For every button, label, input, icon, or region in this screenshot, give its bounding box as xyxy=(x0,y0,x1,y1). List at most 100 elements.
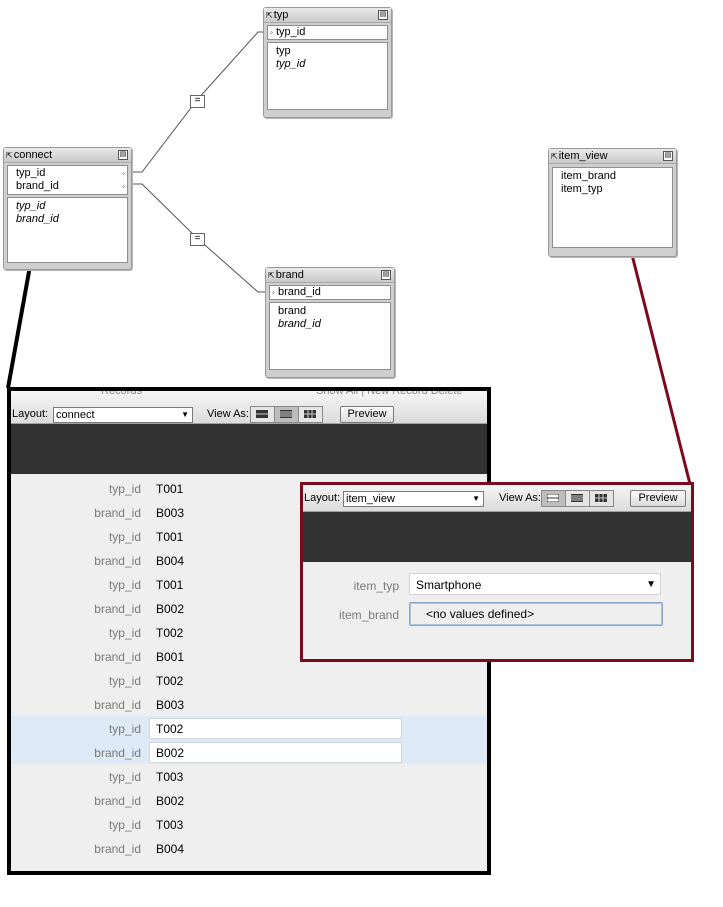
field-label: typ_id xyxy=(108,530,141,544)
table-menu-icon[interactable]: ▤ xyxy=(118,150,128,160)
layout-label: Layout: xyxy=(12,408,49,420)
field-value[interactable]: B003 xyxy=(156,698,184,712)
join-operator-brand[interactable]: = xyxy=(190,233,205,246)
field-label: brand_id xyxy=(94,602,141,616)
field-value[interactable]: B002 xyxy=(156,746,184,760)
view-list-button[interactable] xyxy=(566,491,590,506)
field-label: typ_id xyxy=(108,482,141,496)
field-value[interactable]: B004 xyxy=(156,842,184,856)
key-field[interactable]: brand_id ◦ xyxy=(16,180,125,193)
record-field-row: typ_id T003 xyxy=(11,764,487,788)
view-table-button[interactable] xyxy=(590,491,613,506)
view-form-button[interactable] xyxy=(542,491,566,506)
field-value[interactable]: B004 xyxy=(156,554,184,568)
item-view-layout-window: Layout: item_view ▼ View As: Preview ite… xyxy=(300,482,694,662)
record-field-row: typ_id T002 xyxy=(11,668,487,692)
pin-icon: ⇱ xyxy=(6,151,13,160)
field-value[interactable]: B003 xyxy=(156,506,184,520)
field-item[interactable]: typ_id xyxy=(276,58,379,71)
key-field[interactable]: ◦ typ_id xyxy=(270,26,379,39)
key-field[interactable]: typ_id ◦ xyxy=(16,167,125,180)
field-value[interactable]: B002 xyxy=(156,794,184,808)
pin-icon: ⇱ xyxy=(551,152,558,161)
table-name: item_view xyxy=(558,150,608,162)
field-input[interactable] xyxy=(149,718,402,739)
layout-select[interactable]: item_view ▼ xyxy=(343,491,484,507)
table-occurrence-item-view[interactable]: ⇱item_view ▤ item_brand item_typ xyxy=(548,148,677,257)
field-value[interactable]: T003 xyxy=(156,770,183,784)
item-brand-field[interactable]: <no values defined> xyxy=(409,602,663,626)
field-value[interactable]: B001 xyxy=(156,650,184,664)
field-list: typ_id brand_id xyxy=(7,197,128,263)
item-typ-row: item_typ Smartphone ▼ xyxy=(303,573,691,597)
table-menu-icon[interactable]: ▤ xyxy=(381,270,391,280)
view-list-button[interactable] xyxy=(275,407,299,422)
field-value[interactable]: T002 xyxy=(156,626,183,640)
key-fields: ◦ brand_id xyxy=(269,285,391,300)
field-value[interactable]: T003 xyxy=(156,818,183,832)
view-table-button[interactable] xyxy=(299,407,322,422)
layout-select[interactable]: connect ▼ xyxy=(53,407,193,423)
preview-button[interactable]: Preview xyxy=(630,490,686,507)
table-menu-icon[interactable]: ▤ xyxy=(378,10,388,20)
dropdown-arrow-icon: ▼ xyxy=(181,410,189,419)
field-label: brand_id xyxy=(94,650,141,664)
key-fields: typ_id ◦ brand_id ◦ xyxy=(7,165,128,195)
field-label: typ_id xyxy=(108,578,141,592)
item-brand-label: item_brand xyxy=(338,608,399,622)
key-icon: ◦ xyxy=(272,288,275,297)
table-name: typ xyxy=(273,9,289,21)
view-as-buttons xyxy=(250,406,323,423)
field-value[interactable]: T001 xyxy=(156,482,183,496)
preview-button[interactable]: Preview xyxy=(340,406,394,423)
record-field-row: brand_id B004 xyxy=(11,836,487,860)
table-header[interactable]: ⇱connect ▤ xyxy=(4,148,131,163)
toolbar-fragment: Records xyxy=(101,387,142,397)
key-field[interactable]: ◦ brand_id xyxy=(272,286,382,299)
field-label: brand_id xyxy=(94,506,141,520)
field-input[interactable] xyxy=(149,742,402,763)
layout-header xyxy=(303,512,691,562)
view-form-button[interactable] xyxy=(251,407,275,422)
record-field-row: brand_id B002 xyxy=(11,740,487,764)
item-brand-row: item_brand <no values defined> xyxy=(303,602,691,626)
list-view-icon xyxy=(571,494,583,502)
pin-icon: ⇱ xyxy=(266,11,273,20)
key-icon: ◦ xyxy=(122,169,125,178)
item-typ-popup[interactable]: Smartphone ▼ xyxy=(409,573,661,595)
field-item[interactable]: brand xyxy=(278,305,382,318)
table-occurrence-typ[interactable]: ⇱typ ▤ ◦ typ_id typ typ_id xyxy=(263,7,392,118)
field-item[interactable]: item_typ xyxy=(561,183,664,196)
layout-toolbar: Records Show All | New Record Delete Lay… xyxy=(11,391,487,424)
table-occurrence-brand[interactable]: ⇱brand ▤ ◦ brand_id brand brand_id xyxy=(265,267,395,378)
field-label: typ_id xyxy=(108,818,141,832)
field-item[interactable]: item_brand xyxy=(561,170,664,183)
field-label: typ_id xyxy=(108,626,141,640)
table-occurrence-connect[interactable]: ⇱connect ▤ typ_id ◦ brand_id ◦ typ_id bran… xyxy=(3,147,132,270)
toolbar-fragment: Show All | New Record Delete xyxy=(316,387,463,397)
dropdown-arrow-icon: ▼ xyxy=(646,579,656,590)
field-list: typ typ_id xyxy=(267,42,388,110)
field-value[interactable]: T002 xyxy=(156,674,183,688)
field-item[interactable]: typ_id xyxy=(16,200,119,213)
form-view-icon xyxy=(256,410,268,418)
join-operator-typ[interactable]: = xyxy=(190,95,205,108)
field-value[interactable]: T001 xyxy=(156,578,183,592)
table-header[interactable]: ⇱brand ▤ xyxy=(266,268,394,283)
table-menu-icon[interactable]: ▤ xyxy=(663,151,673,161)
table-header[interactable]: ⇱typ ▤ xyxy=(264,8,391,23)
table-view-icon xyxy=(304,410,316,418)
record-field-row: typ_id T002 xyxy=(11,716,487,740)
table-header[interactable]: ⇱item_view ▤ xyxy=(549,149,676,164)
record-field-row: brand_id B002 xyxy=(11,788,487,812)
field-label: brand_id xyxy=(94,554,141,568)
field-item[interactable]: brand_id xyxy=(278,318,382,331)
field-item[interactable]: brand_id xyxy=(16,213,119,226)
field-value[interactable]: B002 xyxy=(156,602,184,616)
form-view-icon xyxy=(547,494,559,502)
field-value[interactable]: T001 xyxy=(156,530,183,544)
field-item[interactable]: typ xyxy=(276,45,379,58)
list-view-icon xyxy=(280,410,292,418)
record-field-row: brand_id B003 xyxy=(11,692,487,716)
field-value[interactable]: T002 xyxy=(156,722,183,736)
